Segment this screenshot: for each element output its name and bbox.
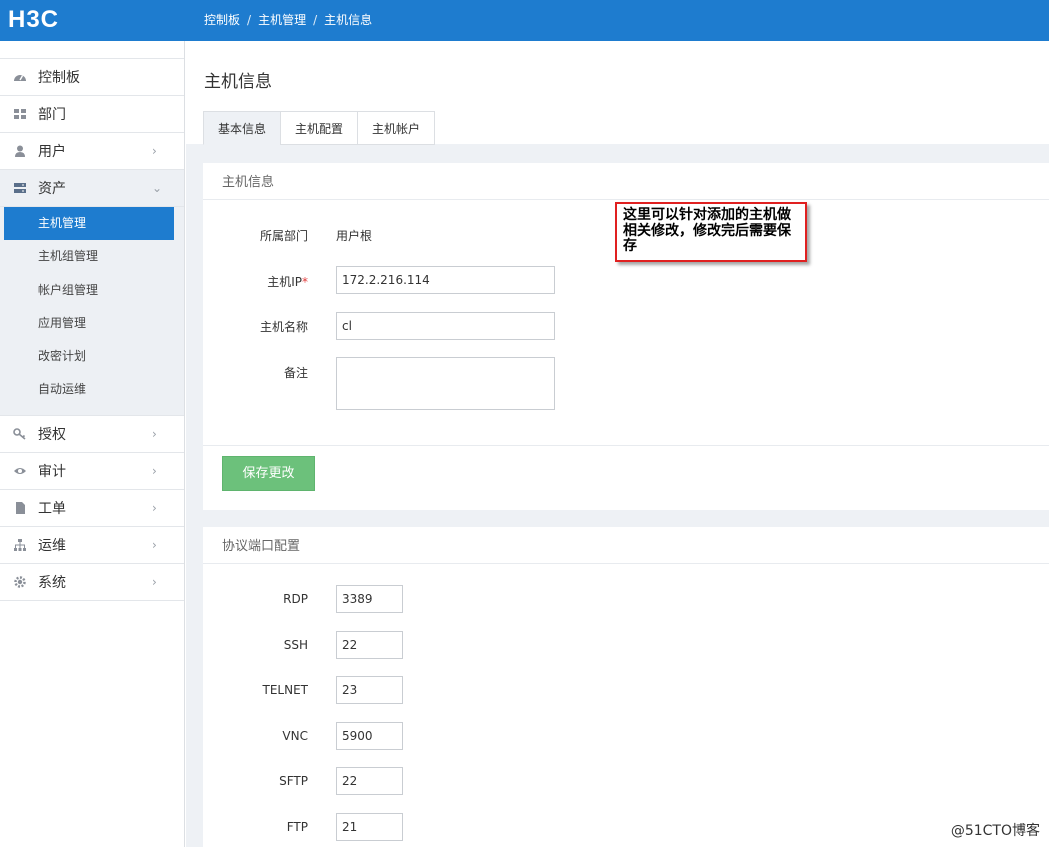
sidebar-item-users[interactable]: 用户 › — [0, 133, 184, 170]
host-name-input[interactable]: cl — [336, 312, 555, 340]
sidebar-item-label: 部门 — [38, 107, 66, 123]
sidebar-item-dashboard[interactable]: 控制板 — [0, 59, 184, 96]
sidebar-subitem-app-management[interactable]: 应用管理 — [0, 307, 174, 340]
protocol-ports-panel: 协议端口配置 RDP 3389 SSH 22 TELNET 23 VNC 590… — [203, 527, 1049, 847]
sidebar-subitem-password-plan[interactable]: 改密计划 — [0, 340, 174, 373]
sidebar-item-ticket[interactable]: 工单 › — [0, 490, 184, 527]
divider — [203, 445, 1049, 446]
breadcrumb-item[interactable]: 主机管理 — [258, 13, 306, 27]
panel-heading: 主机信息 — [203, 163, 1049, 200]
gear-icon — [13, 575, 27, 589]
tab-basic-info[interactable]: 基本信息 — [203, 111, 281, 145]
chevron-down-icon: ⌄ — [152, 181, 163, 195]
server-icon — [13, 181, 27, 195]
breadcrumb-separator: / — [247, 13, 252, 27]
grid-icon — [13, 107, 27, 121]
chevron-right-icon: › — [152, 537, 157, 552]
chevron-right-icon: › — [152, 144, 157, 158]
sidebar-item-label: 审计 — [38, 463, 66, 480]
port-label-ssh: SSH — [283, 638, 308, 652]
host-name-label: 主机名称 — [259, 320, 308, 334]
host-ip-input[interactable]: 172.2.216.114 — [336, 266, 555, 294]
port-label-rdp: RDP — [283, 592, 308, 606]
sidebar-subitem-auto-ops[interactable]: 自动运维 — [0, 373, 174, 406]
port-label-ftp: FTP — [286, 820, 308, 834]
breadcrumb-item[interactable]: 控制板 — [204, 13, 240, 27]
ip-label: 主机IP* — [267, 273, 308, 290]
sidebar-subitem-account-group[interactable]: 帐户组管理 — [0, 274, 174, 307]
brand-logo[interactable]: H3C — [0, 0, 185, 41]
sidebar-subitem-host-group[interactable]: 主机组管理 — [0, 240, 174, 273]
sidebar-item-label: 控制板 — [38, 70, 80, 86]
required-marker: * — [302, 275, 308, 289]
port-label-vnc: VNC — [282, 729, 308, 743]
port-input-vnc[interactable]: 5900 — [336, 722, 403, 750]
sidebar-submenu-assets: 主机管理 主机组管理 帐户组管理 应用管理 改密计划 自动运维 — [0, 207, 184, 416]
tab-host-accounts[interactable]: 主机帐户 — [357, 111, 436, 145]
breadcrumb: 控制板 / 主机管理 / 主机信息 — [204, 0, 372, 41]
sidebar-item-label: 系统 — [38, 574, 66, 591]
sidebar-item-department[interactable]: 部门 — [0, 96, 184, 133]
dashboard-icon — [13, 70, 27, 84]
logo-text: H3C — [8, 6, 60, 33]
port-input-telnet[interactable]: 23 — [336, 676, 403, 704]
main-content: 主机信息 基本信息 主机配置 主机帐户 主机信息 所属部门 用户根 主机IP* … — [186, 41, 1049, 847]
port-label-telnet: TELNET — [262, 683, 309, 697]
user-icon — [13, 144, 27, 158]
note-textarea[interactable] — [336, 357, 555, 410]
sidebar-item-audit[interactable]: 审计 › — [0, 453, 184, 490]
breadcrumb-current: 主机信息 — [324, 13, 373, 27]
page-title: 主机信息 — [204, 72, 272, 92]
sidebar-item-authorization[interactable]: 授权 › — [0, 416, 184, 453]
port-input-ftp[interactable]: 21 — [336, 813, 403, 841]
port-input-rdp[interactable]: 3389 — [336, 585, 403, 613]
annotation-callout: 这里可以针对添加的主机做相关修改，修改完后需要保存 — [615, 202, 807, 262]
port-input-sftp[interactable]: 22 — [336, 767, 403, 795]
dept-label: 所属部门 — [259, 229, 308, 243]
document-icon — [13, 501, 27, 515]
note-label: 备注 — [283, 366, 308, 380]
sidebar-item-label: 运维 — [38, 537, 66, 554]
sidebar-item-assets[interactable]: 资产 ⌄ — [0, 170, 184, 207]
sidebar-item-label: 资产 — [38, 181, 66, 197]
sidebar-item-label: 用户 — [38, 144, 66, 160]
panel-heading: 协议端口配置 — [203, 527, 1049, 564]
save-changes-button[interactable]: 保存更改 — [222, 456, 315, 491]
dept-value: 用户根 — [336, 229, 373, 243]
sidebar-item-operations[interactable]: 运维 › — [0, 527, 184, 564]
sidebar-item-label: 授权 — [38, 426, 66, 443]
sidebar-subitem-host-management[interactable]: 主机管理 — [4, 207, 174, 241]
sidebar-item-label: 工单 — [38, 500, 66, 517]
port-input-ssh[interactable]: 22 — [336, 631, 403, 659]
chevron-right-icon: › — [152, 574, 157, 589]
top-bar: H3C 控制板 / 主机管理 / 主机信息 — [0, 0, 1049, 41]
breadcrumb-separator: / — [313, 13, 318, 27]
sitemap-icon — [13, 538, 27, 552]
chevron-right-icon: › — [152, 463, 157, 478]
ip-label-text: 主机IP — [267, 275, 302, 289]
tab-host-config[interactable]: 主机配置 — [280, 111, 358, 145]
eye-icon — [13, 464, 27, 478]
watermark: @51CTO博客 — [950, 823, 1040, 839]
chevron-right-icon: › — [152, 500, 157, 515]
page-header: 主机信息 基本信息 主机配置 主机帐户 — [186, 41, 1049, 145]
sidebar: 控制板 部门 用户 › 资产 ⌄ 主机管理 主机组管理 帐户组管理 应用管理 改… — [0, 41, 185, 847]
key-icon — [13, 427, 27, 441]
tab-bar: 基本信息 主机配置 主机帐户 — [203, 111, 436, 145]
sidebar-spacer — [0, 41, 184, 59]
port-label-sftp: SFTP — [279, 774, 308, 788]
chevron-right-icon: › — [152, 426, 157, 441]
sidebar-item-system[interactable]: 系统 › — [0, 564, 184, 601]
